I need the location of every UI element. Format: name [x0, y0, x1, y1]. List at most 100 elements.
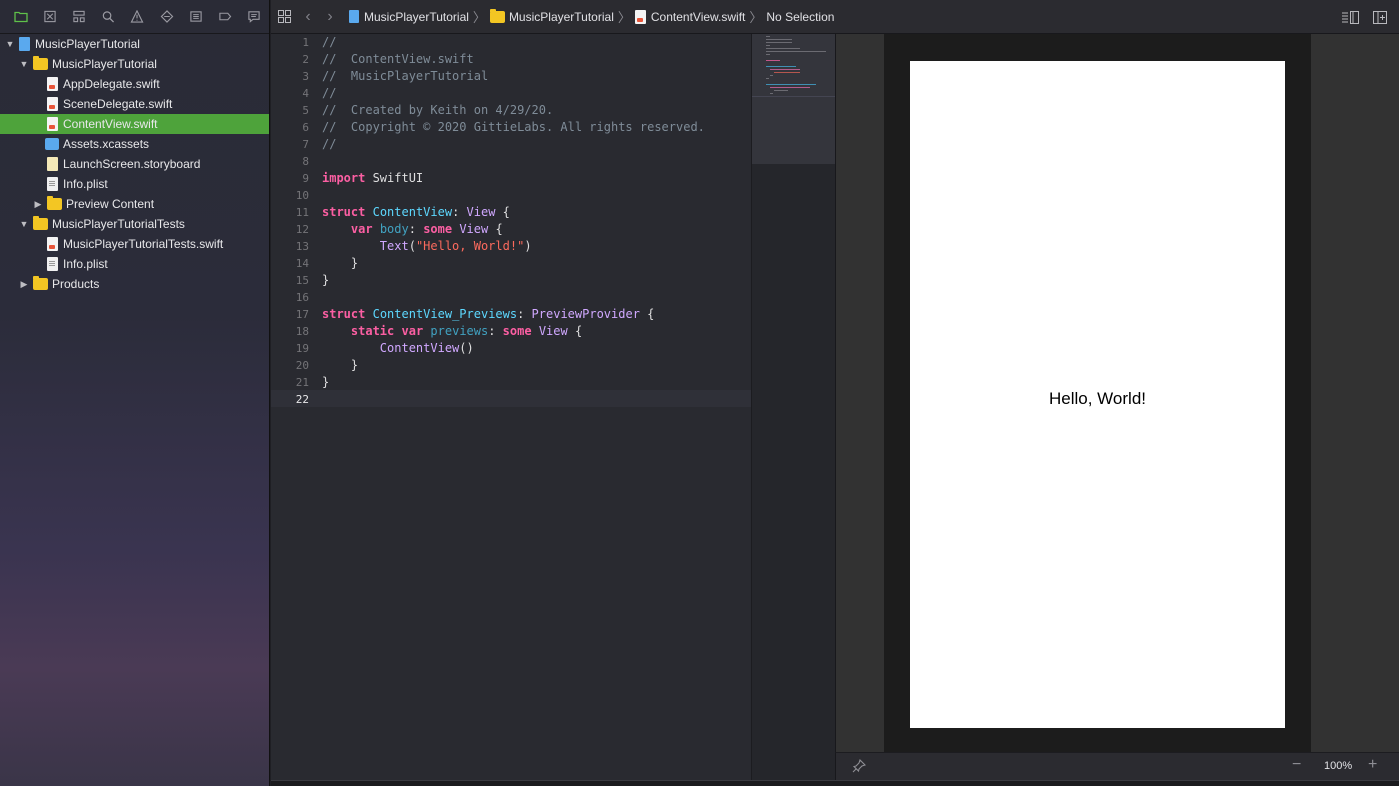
code-line-14: } — [322, 256, 358, 270]
disclosure-closed-icon[interactable]: ▶ — [19, 279, 29, 289]
code-line-13: Text("Hello, World!") — [322, 239, 532, 253]
tree-item-group-main[interactable]: ▼ MusicPlayerTutorial — [0, 54, 269, 74]
minimap[interactable] — [751, 34, 836, 780]
issue-warning-icon[interactable] — [123, 0, 152, 34]
chevron-right-icon: 〉 — [617, 10, 631, 25]
zoom-in-button[interactable]: + — [1368, 756, 1377, 774]
plist-file-icon — [47, 257, 58, 271]
line-number: 16 — [295, 291, 309, 304]
type-ref-token: View — [538, 324, 568, 338]
tree-item-group-tests[interactable]: ▼ MusicPlayerTutorialTests — [0, 214, 269, 234]
minimap-line — [774, 90, 788, 91]
minimap-line — [766, 54, 770, 55]
tree-item-preview-content[interactable]: ▶ Preview Content — [0, 194, 269, 214]
pin-icon[interactable] — [852, 758, 867, 776]
line-number: 17 — [295, 308, 309, 321]
function-token: ContentView — [379, 341, 460, 355]
punct-token: } — [350, 256, 359, 270]
folder-icon — [47, 196, 62, 210]
folder-icon[interactable] — [6, 0, 35, 34]
line-number-gutter: 1 2 3 4 5 6 7 8 9 10 11 12 13 14 15 16 1… — [271, 34, 315, 780]
test-icon[interactable] — [152, 0, 181, 34]
swift-file-icon — [47, 237, 58, 251]
breadcrumb-selection[interactable]: No Selection — [766, 10, 834, 24]
tree-item-tests-infoplist[interactable]: Info.plist — [0, 254, 269, 274]
punct-token: { — [495, 205, 510, 219]
back-arrow-icon[interactable]: ‹ — [297, 0, 319, 34]
tree-item-contentview[interactable]: ContentView.swift — [0, 114, 269, 134]
keyword-token: static — [350, 324, 395, 338]
report-icon[interactable] — [240, 0, 269, 34]
keyword-token: var — [350, 222, 373, 236]
breadcrumb-label: ContentView.swift — [650, 9, 746, 24]
code-line-6: // Copyright © 2020 GittieLabs. All righ… — [322, 120, 705, 134]
breadcrumb-file[interactable]: ContentView.swift — [634, 9, 746, 24]
debug-area-divider[interactable] — [271, 780, 1399, 786]
current-line-highlight — [271, 390, 751, 407]
line-number: 1 — [302, 36, 309, 49]
punct-token: } — [350, 358, 359, 372]
tree-item-appdelegate[interactable]: AppDelegate.swift — [0, 74, 269, 94]
line-number: 4 — [302, 87, 309, 100]
code-line-18: static var previews: some View { — [322, 324, 582, 338]
module-token: SwiftUI — [365, 171, 424, 185]
canvas-footer: − 100% + — [835, 752, 1399, 780]
tree-item-tests-swift[interactable]: MusicPlayerTutorialTests.swift — [0, 234, 269, 254]
minimap-line — [766, 51, 826, 52]
add-editor-icon[interactable] — [1367, 0, 1393, 34]
symbol-icon[interactable] — [64, 0, 93, 34]
editor-options-icon[interactable] — [1337, 0, 1363, 34]
breadcrumb-project[interactable]: MusicPlayerTutorial — [349, 10, 469, 24]
swift-file-icon — [47, 77, 58, 91]
disclosure-open-icon[interactable]: ▼ — [5, 39, 15, 49]
line-number: 3 — [302, 70, 309, 83]
tree-item-label: MusicPlayerTutorialTests — [52, 217, 185, 231]
line-number: 6 — [302, 121, 309, 134]
tree-item-project[interactable]: ▼ MusicPlayerTutorial — [0, 34, 269, 54]
breadcrumb-group[interactable]: MusicPlayerTutorial — [489, 8, 614, 24]
source-editor[interactable]: 1 2 3 4 5 6 7 8 9 10 11 12 13 14 15 16 1… — [271, 34, 751, 780]
search-icon[interactable] — [94, 0, 123, 34]
zoom-level[interactable]: 100% — [1324, 760, 1352, 772]
tree-item-launchscreen[interactable]: LaunchScreen.storyboard — [0, 154, 269, 174]
type-decl-token: ContentView — [372, 205, 453, 219]
folder-icon — [489, 8, 505, 23]
tree-item-infoplist[interactable]: Info.plist — [0, 174, 269, 194]
line-number: 21 — [295, 376, 309, 389]
line-number: 18 — [295, 325, 309, 338]
device-screen[interactable]: Hello, World! — [910, 61, 1285, 728]
code-line-4: // — [322, 86, 337, 100]
minimap-line — [766, 84, 816, 85]
related-items-grid-icon[interactable] — [271, 0, 297, 34]
disclosure-open-icon[interactable]: ▼ — [19, 219, 29, 229]
editor-options — [1337, 0, 1399, 34]
line-number: 9 — [302, 172, 309, 185]
disclosure-open-icon[interactable]: ▼ — [19, 59, 29, 69]
code-line-11: struct ContentView: View { — [322, 205, 510, 219]
tree-item-label: MusicPlayerTutorial — [35, 37, 140, 51]
line-number: 13 — [295, 240, 309, 253]
tree-item-assets[interactable]: Assets.xcassets — [0, 134, 269, 154]
zoom-out-button[interactable]: − — [1292, 756, 1301, 774]
tree-item-scenedelegate[interactable]: SceneDelegate.swift — [0, 94, 269, 114]
tree-item-label: Info.plist — [63, 257, 108, 271]
source-control-icon[interactable] — [35, 0, 64, 34]
keyword-token: var — [401, 324, 424, 338]
breakpoint-icon[interactable] — [211, 0, 240, 34]
punct-token: } — [322, 375, 330, 389]
disclosure-closed-icon[interactable]: ▶ — [33, 199, 43, 209]
punct-token: : — [408, 222, 424, 236]
minimap-visible-region[interactable] — [752, 34, 836, 164]
code-line-3: // MusicPlayerTutorial — [322, 69, 489, 83]
preview-hello-text[interactable]: Hello, World! — [910, 389, 1285, 409]
function-token: Text — [379, 239, 409, 253]
keyword-token: struct — [322, 307, 366, 321]
forward-arrow-icon[interactable]: › — [319, 0, 341, 34]
minimap-line — [766, 39, 792, 40]
tree-item-label: MusicPlayerTutorial — [52, 57, 157, 71]
preview-canvas[interactable]: Hello, World! — [835, 34, 1399, 752]
debug-icon[interactable] — [181, 0, 210, 34]
property-token: previews — [430, 324, 489, 338]
tree-item-products[interactable]: ▶ Products — [0, 274, 269, 294]
chevron-right-icon: 〉 — [749, 10, 763, 25]
